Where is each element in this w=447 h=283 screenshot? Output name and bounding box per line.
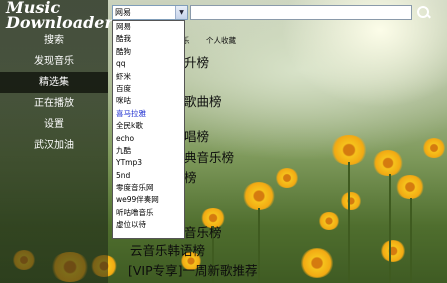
dropdown-option[interactable]: 网易 bbox=[113, 21, 184, 33]
sidebar-item-featured[interactable]: 精选集 bbox=[0, 72, 108, 93]
dropdown-option[interactable]: 全民k歌 bbox=[113, 120, 184, 132]
sidebar-item-search[interactable]: 搜索 bbox=[0, 30, 108, 51]
search-button[interactable] bbox=[413, 5, 433, 20]
dropdown-option[interactable]: we99伴奏网 bbox=[113, 194, 184, 206]
dropdown-option[interactable]: 咪咕 bbox=[113, 95, 184, 107]
list-item[interactable]: 榜 bbox=[184, 167, 197, 186]
source-select-value: 网易 bbox=[115, 8, 131, 17]
app-title-line2: Downloader bbox=[6, 13, 113, 32]
dropdown-option[interactable]: 虚位以待 bbox=[113, 219, 184, 231]
dropdown-option[interactable]: 听咕噜音乐 bbox=[113, 207, 184, 219]
sidebar-item-now-playing[interactable]: 正在播放 bbox=[0, 93, 108, 114]
tab-favorites[interactable]: 个人收藏 bbox=[206, 35, 236, 46]
source-select[interactable]: 网易 ▼ bbox=[112, 5, 188, 20]
app-logo: Music Downloader bbox=[6, 0, 113, 32]
list-item[interactable]: 歌曲榜 bbox=[184, 91, 222, 110]
dropdown-option[interactable]: 虾米 bbox=[113, 71, 184, 83]
dropdown-option[interactable]: 零度音乐网 bbox=[113, 182, 184, 194]
dropdown-option[interactable]: 5nd bbox=[113, 170, 184, 182]
chevron-down-icon[interactable]: ▼ bbox=[175, 6, 187, 19]
dropdown-option[interactable]: 九酷 bbox=[113, 145, 184, 157]
sidebar-nav: 搜索 发现音乐 精选集 正在播放 设置 武汉加油 bbox=[0, 30, 108, 156]
list-item[interactable]: 升榜 bbox=[184, 52, 209, 71]
list-item[interactable]: 音乐榜 bbox=[184, 222, 222, 241]
sidebar-item-wuhan[interactable]: 武汉加油 bbox=[0, 135, 108, 156]
dropdown-option[interactable]: 百度 bbox=[113, 83, 184, 95]
sidebar-item-settings[interactable]: 设置 bbox=[0, 114, 108, 135]
dropdown-option[interactable]: 酷狗 bbox=[113, 46, 184, 58]
list-item[interactable]: 典音乐榜 bbox=[184, 147, 234, 166]
sidebar: Music Downloader 搜索 发现音乐 精选集 正在播放 设置 武汉加… bbox=[0, 0, 113, 283]
dropdown-option[interactable]: 酷我 bbox=[113, 33, 184, 45]
search-bar: 网易 ▼ bbox=[112, 5, 436, 20]
dropdown-option[interactable]: echo bbox=[113, 133, 184, 145]
list-item[interactable]: 云音乐韩语榜 bbox=[130, 240, 205, 259]
dropdown-option-highlighted[interactable]: 喜马拉雅 bbox=[113, 108, 184, 120]
list-item[interactable]: 唱榜 bbox=[184, 126, 209, 145]
search-input[interactable] bbox=[190, 5, 412, 20]
source-dropdown: 网易 酷我 酷狗 qq 虾米 百度 咪咕 喜马拉雅 全民k歌 echo 九酷 Y… bbox=[112, 20, 185, 239]
dropdown-option[interactable]: qq bbox=[113, 58, 184, 70]
sidebar-item-discover[interactable]: 发现音乐 bbox=[0, 51, 108, 72]
list-item[interactable]: [VIP专享]一周新歌推荐 bbox=[128, 260, 258, 279]
dropdown-option[interactable]: YTmp3 bbox=[113, 157, 184, 169]
